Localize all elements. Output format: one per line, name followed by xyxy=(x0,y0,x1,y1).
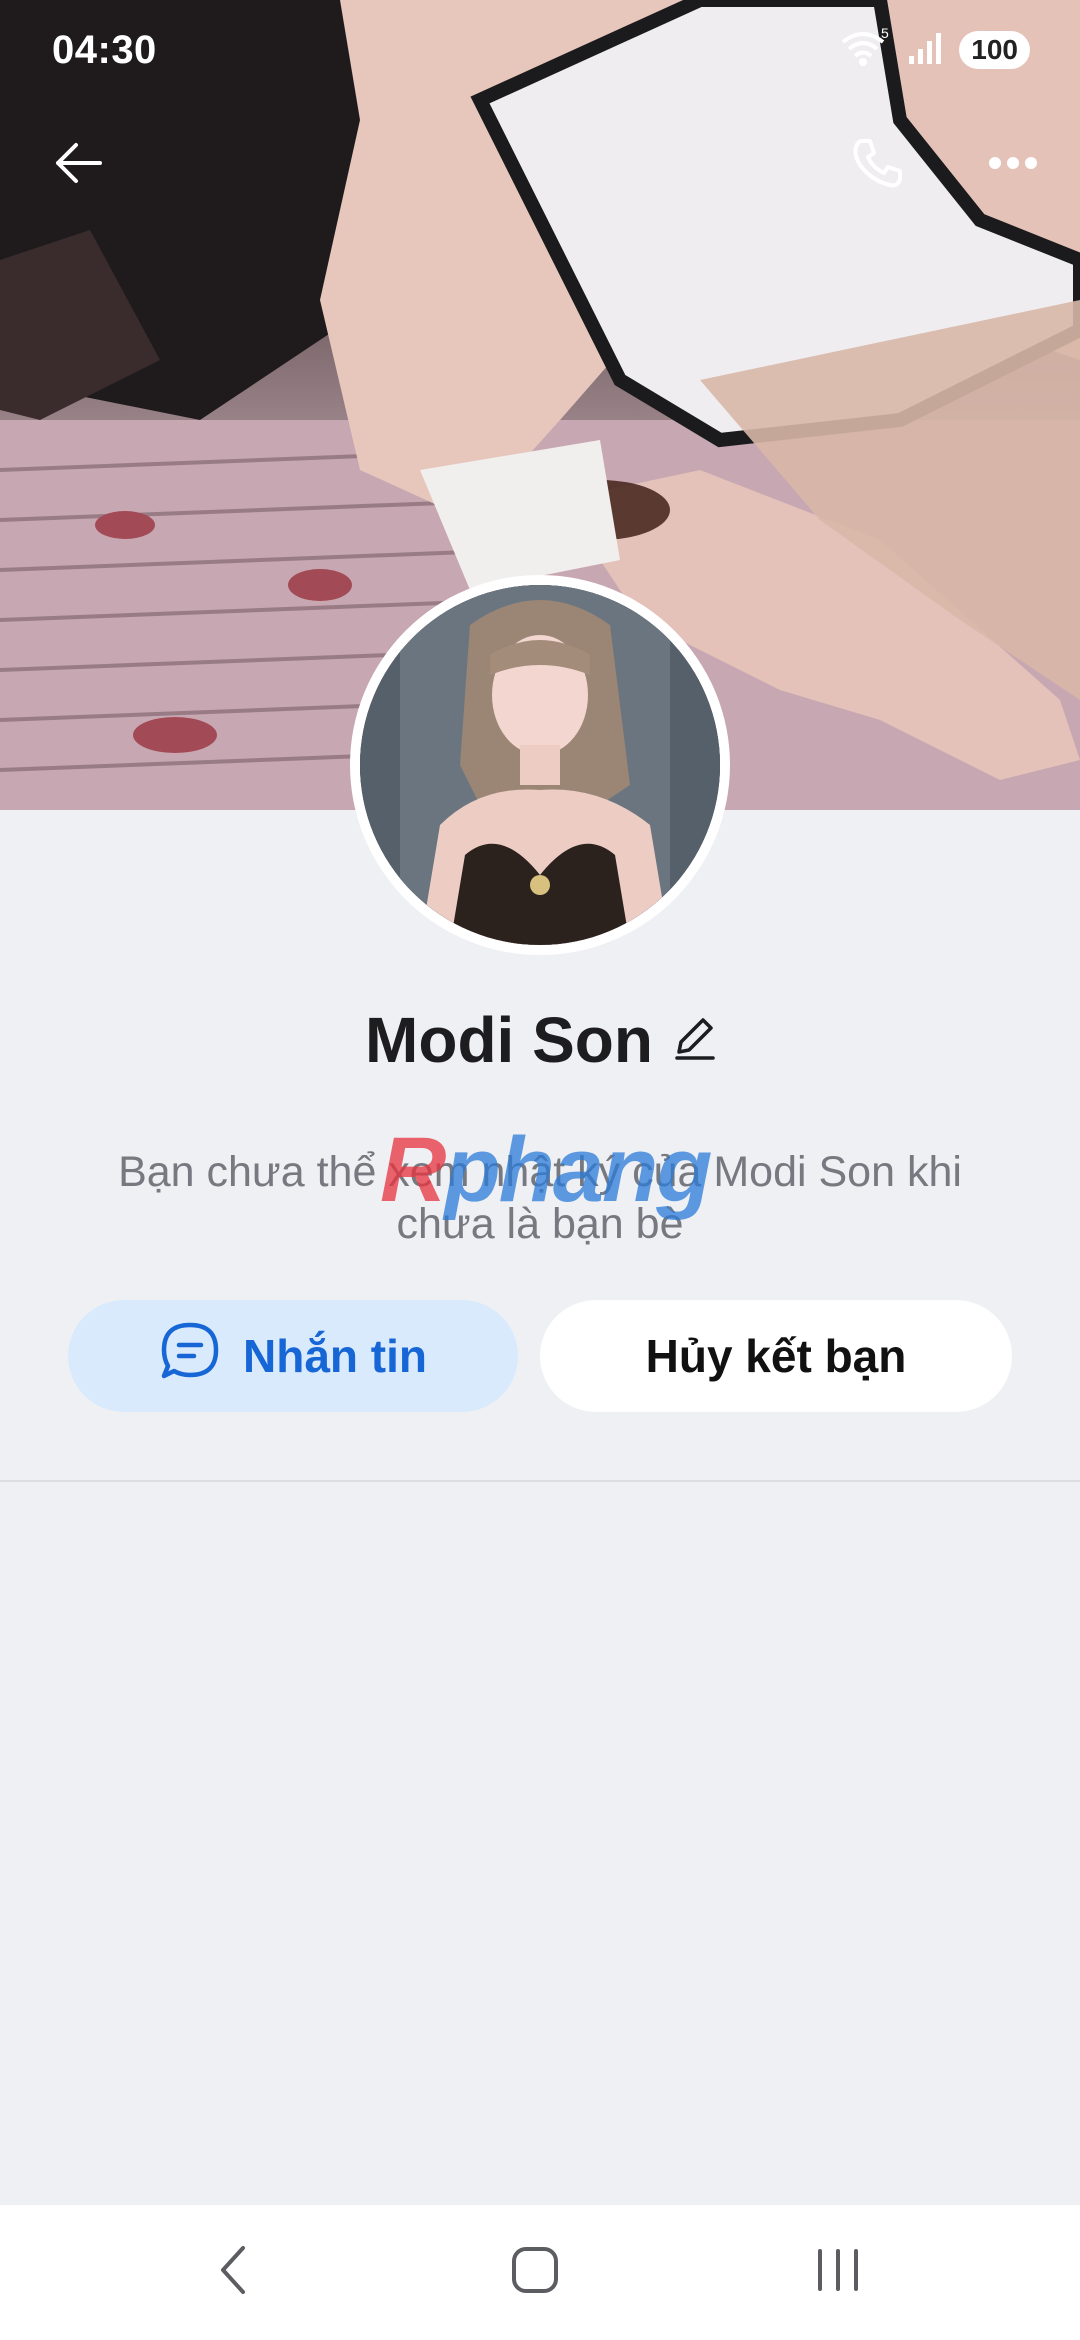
svg-text:5: 5 xyxy=(881,28,889,41)
profile-name: Modi Son xyxy=(365,1004,653,1076)
section-divider xyxy=(0,1480,1080,1482)
unfriend-button[interactable]: Hủy kết bạn xyxy=(540,1300,1012,1412)
profile-page: 04:30 5 100 Modi Son Bạn chưa thể xem nh… xyxy=(0,0,1080,2340)
profile-name-row: Modi Son xyxy=(0,990,1080,1090)
status-bar: 04:30 5 100 xyxy=(0,0,1080,100)
more-button[interactable] xyxy=(968,120,1058,210)
unfriend-button-label: Hủy kết bạn xyxy=(645,1330,907,1382)
nav-home-button[interactable] xyxy=(475,2205,595,2340)
watermark-logo: Rphang xyxy=(380,1119,712,1221)
status-icons: 5 100 xyxy=(839,25,1030,73)
battery-indicator: 100 xyxy=(959,31,1030,69)
chevron-left-icon xyxy=(217,2244,247,2301)
system-nav-bar xyxy=(0,2205,1080,2340)
chat-bubble-icon xyxy=(159,1320,221,1393)
back-button[interactable] xyxy=(33,120,123,210)
nav-recents-button[interactable] xyxy=(778,2205,898,2340)
more-horizontal-icon xyxy=(988,156,1038,175)
wifi-icon: 5 xyxy=(839,25,891,73)
phone-icon xyxy=(850,135,906,196)
home-square-icon xyxy=(510,2245,560,2300)
message-button[interactable]: Nhắn tin xyxy=(68,1300,518,1412)
avatar[interactable] xyxy=(360,585,720,945)
call-button[interactable] xyxy=(833,120,923,210)
status-time: 04:30 xyxy=(52,27,157,72)
top-bar xyxy=(0,120,1080,210)
pencil-icon[interactable] xyxy=(675,1016,715,1065)
message-button-label: Nhắn tin xyxy=(243,1330,427,1382)
recents-lines-icon xyxy=(814,2247,862,2298)
nav-back-button[interactable] xyxy=(172,2205,292,2340)
signal-icon xyxy=(907,30,943,71)
arrow-left-icon xyxy=(52,141,104,190)
